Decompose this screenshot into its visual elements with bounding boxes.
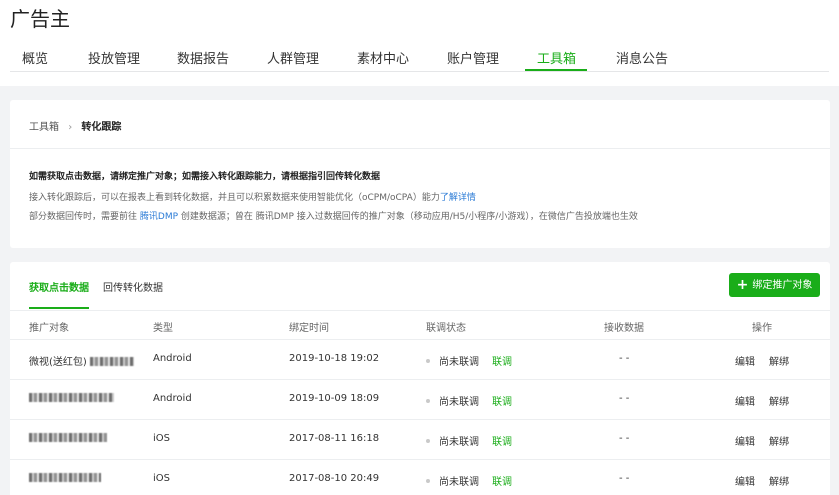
target-type: iOS	[153, 433, 170, 444]
learn-more-link[interactable]: 了解详情	[440, 193, 476, 203]
joint-debug-link[interactable]: 联调	[492, 477, 512, 488]
receive-data: - -	[619, 473, 630, 484]
header-target: 推广对象	[29, 323, 69, 334]
edit-link[interactable]: 编辑	[735, 433, 755, 448]
target-type: Android	[153, 393, 192, 404]
status-dot-icon	[426, 479, 430, 483]
tab-click-data[interactable]: 获取点击数据	[29, 279, 89, 294]
plus-icon: +	[736, 277, 749, 293]
notice-line-2-prefix: 部分数据回传时，需要前往	[29, 212, 138, 222]
bind-target-button[interactable]: + 绑定推广对象	[729, 273, 820, 297]
tab-active-indicator	[29, 307, 89, 309]
bind-time: 2017-08-10 20:49	[289, 473, 380, 484]
breadcrumb: 工具箱 › 转化跟踪	[29, 118, 121, 133]
nav-divider	[10, 71, 829, 72]
joint-status: 尚未联调 联调	[426, 473, 512, 488]
edit-link[interactable]: 编辑	[735, 353, 755, 368]
header-status: 联调状态	[426, 323, 466, 334]
target-name	[29, 473, 101, 484]
joint-status-text: 尚未联调	[439, 437, 479, 448]
tencent-dmp-link[interactable]: 腾讯DMP	[140, 212, 178, 222]
joint-status-text: 尚未联调	[439, 357, 479, 368]
nav-item-data-report[interactable]: 数据报告	[177, 48, 229, 67]
header-ops: 操作	[752, 323, 772, 334]
header: 广告主 概览 投放管理 数据报告 人群管理 素材中心 账户管理 工具箱 消息公告	[0, 0, 839, 86]
unbind-link[interactable]: 解绑	[769, 393, 789, 408]
unbind-link[interactable]: 解绑	[769, 353, 789, 368]
status-dot-icon	[426, 439, 430, 443]
target-name	[29, 393, 114, 404]
nav-item-account[interactable]: 账户管理	[447, 48, 499, 67]
notice-line-1: 接入转化跟踪后，可以在报表上看到转化数据，并且可以积累数据来使用智能优化（oCP…	[29, 190, 476, 203]
bind-target-label: 绑定推广对象	[752, 280, 813, 291]
redacted-text	[90, 357, 134, 366]
joint-status: 尚未联调 联调	[426, 433, 512, 448]
target-name-text: 微视(送红包)	[29, 357, 87, 368]
nav-item-assets[interactable]: 素材中心	[357, 48, 409, 67]
header-receive: 接收数据	[604, 323, 644, 334]
target-type: Android	[153, 353, 192, 364]
info-card: 工具箱 › 转化跟踪 如需获取点击数据，请绑定推广对象；如需接入转化跟踪能力，请…	[10, 100, 830, 248]
unbind-link[interactable]: 解绑	[769, 473, 789, 488]
notice-line-2: 部分数据回传时，需要前往 腾讯DMP 创建数据源；曾在 腾讯DMP 接入过数据回…	[29, 209, 638, 222]
joint-status-text: 尚未联调	[439, 477, 479, 488]
table-row: 微视(送红包) Android 2019-10-18 19:02 尚未联调 联调 …	[10, 340, 830, 380]
nav-item-toolbox[interactable]: 工具箱	[537, 48, 576, 67]
table-row: Android 2019-10-09 18:09 尚未联调 联调 - - 编辑 解…	[10, 380, 830, 420]
edit-link[interactable]: 编辑	[735, 393, 755, 408]
nav-active-indicator	[525, 69, 587, 71]
nav-item-ad-management[interactable]: 投放管理	[88, 48, 140, 67]
edit-link[interactable]: 编辑	[735, 473, 755, 488]
main-nav: 概览 投放管理 数据报告 人群管理 素材中心 账户管理 工具箱 消息公告	[0, 40, 839, 72]
app-title: 广告主	[10, 7, 70, 31]
chevron-right-icon: ›	[68, 122, 73, 133]
tab-conversion-data[interactable]: 回传转化数据	[103, 279, 163, 294]
nav-item-messages[interactable]: 消息公告	[616, 48, 668, 67]
table-row: iOS 2017-08-10 20:49 尚未联调 联调 - - 编辑 解绑	[10, 460, 830, 495]
header-type: 类型	[153, 323, 173, 334]
joint-status-text: 尚未联调	[439, 397, 479, 408]
tracking-card: 获取点击数据 回传转化数据 + 绑定推广对象 推广对象 类型 绑定时间 联调状态 …	[10, 262, 830, 495]
receive-data: - -	[619, 393, 630, 404]
target-type: iOS	[153, 473, 170, 484]
joint-debug-link[interactable]: 联调	[492, 357, 512, 368]
target-name: 微视(送红包)	[29, 353, 134, 368]
status-dot-icon	[426, 359, 430, 363]
nav-item-overview[interactable]: 概览	[22, 48, 48, 67]
nav-item-audience[interactable]: 人群管理	[267, 48, 319, 67]
redacted-text	[29, 433, 107, 442]
breadcrumb-current: 转化跟踪	[81, 122, 122, 133]
status-dot-icon	[426, 399, 430, 403]
notice-line-1-text: 接入转化跟踪后，可以在报表上看到转化数据，并且可以积累数据来使用智能优化（oCP…	[29, 193, 440, 203]
target-name	[29, 433, 107, 444]
notice-title: 如需获取点击数据，请绑定推广对象；如需接入转化跟踪能力，请根据指引回传转化数据	[29, 172, 381, 182]
divider	[10, 148, 830, 149]
unbind-link[interactable]: 解绑	[769, 433, 789, 448]
redacted-text	[29, 473, 101, 482]
joint-status: 尚未联调 联调	[426, 353, 512, 368]
redacted-text	[29, 393, 114, 402]
joint-status: 尚未联调 联调	[426, 393, 512, 408]
joint-debug-link[interactable]: 联调	[492, 437, 512, 448]
table-header: 推广对象 类型 绑定时间 联调状态 接收数据 操作	[10, 310, 830, 340]
breadcrumb-parent[interactable]: 工具箱	[29, 122, 59, 133]
receive-data: - -	[619, 353, 630, 364]
table-row: iOS 2017-08-11 16:18 尚未联调 联调 - - 编辑 解绑	[10, 420, 830, 460]
notice-line-2-suffix: 创建数据源；曾在 腾讯DMP 接入过数据回传的推广对象（移动应用/H5/小程序/…	[180, 212, 638, 222]
receive-data: - -	[619, 433, 630, 444]
bind-time: 2019-10-18 19:02	[289, 353, 380, 364]
joint-debug-link[interactable]: 联调	[492, 397, 512, 408]
bind-time: 2017-08-11 16:18	[289, 433, 380, 444]
header-time: 绑定时间	[289, 323, 329, 334]
bind-time: 2019-10-09 18:09	[289, 393, 380, 404]
